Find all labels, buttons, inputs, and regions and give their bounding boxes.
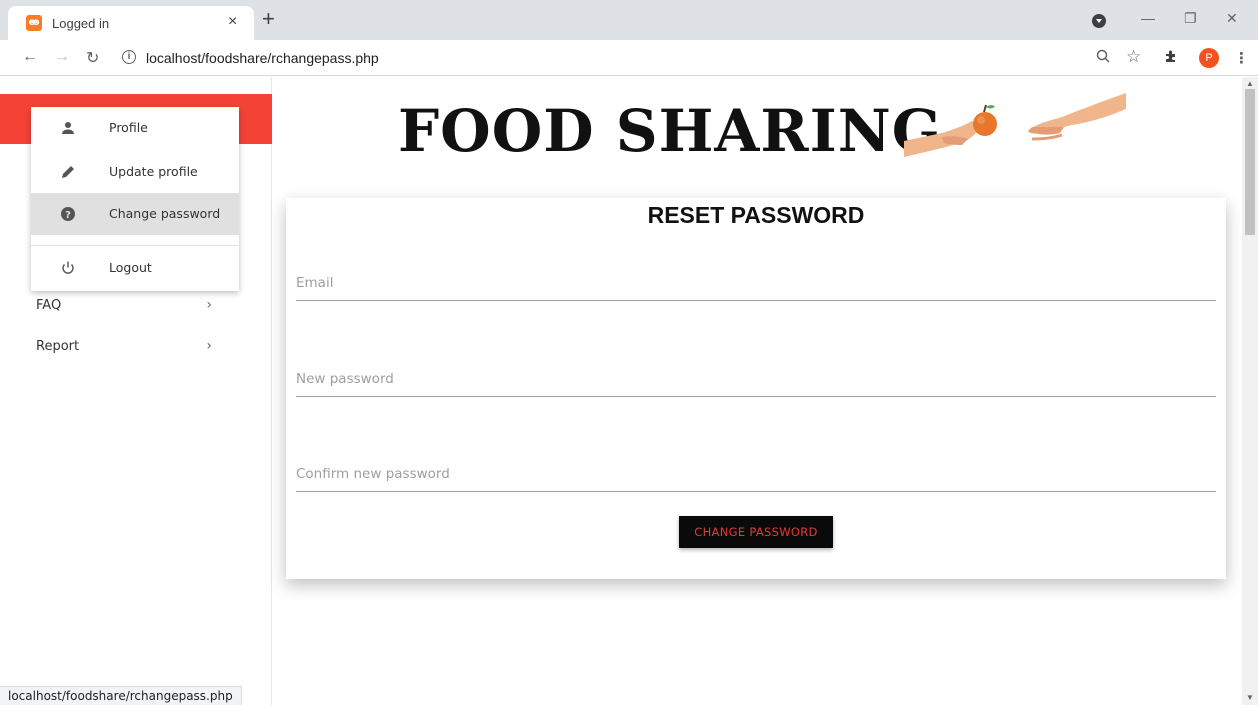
person-icon (62, 122, 74, 134)
help-circle-icon: ? (61, 207, 75, 221)
menu-item-label: Logout (109, 260, 152, 275)
sidebar-item-report[interactable]: Report › (36, 338, 212, 354)
email-field-wrapper (296, 267, 1216, 301)
menu-item-change-password[interactable]: ? Change password (31, 193, 239, 235)
page-viewport: FAQ › Report › Profile Update profile ? … (0, 77, 1258, 705)
forward-icon[interactable]: → (54, 48, 70, 66)
sharing-hands-illustration (904, 93, 1126, 157)
new-tab-button[interactable]: + (262, 8, 275, 30)
back-icon[interactable]: ← (22, 48, 38, 66)
close-window-icon[interactable]: ✕ (1226, 10, 1238, 27)
form-title: RESET PASSWORD (647, 202, 865, 228)
tab-close-icon[interactable]: × (228, 13, 237, 31)
chevron-right-icon: › (206, 297, 212, 313)
account-dropdown-menu: Profile Update profile ? Change password (31, 107, 239, 291)
browser-tab[interactable]: ꙭ Logged in × (8, 6, 254, 40)
profile-menu-icon[interactable] (1092, 14, 1106, 28)
chevron-right-icon: › (206, 338, 212, 354)
scroll-down-icon[interactable]: ▼ (1246, 693, 1254, 702)
menu-divider (31, 245, 239, 246)
browser-tabstrip: ꙭ Logged in × + — ❐ ✕ (0, 0, 1258, 40)
power-icon (62, 261, 74, 274)
menu-item-label: Profile (109, 120, 148, 135)
more-menu-icon[interactable]: ⋮ (1234, 49, 1249, 67)
sidebar-item-label: Report (36, 339, 80, 354)
minimize-icon[interactable]: — (1141, 10, 1155, 26)
pencil-icon (62, 166, 74, 178)
reload-icon[interactable]: ↻ (86, 48, 99, 68)
menu-item-label: Update profile (109, 164, 198, 179)
restore-icon[interactable]: ❐ (1184, 10, 1197, 27)
new-password-field-wrapper (296, 363, 1216, 397)
reset-password-card: RESET PASSWORD CHANGE PASSWORD (286, 198, 1226, 579)
site-info-icon[interactable]: i (122, 50, 136, 64)
zoom-icon[interactable] (1096, 49, 1110, 67)
tab-title: Logged in (52, 16, 110, 31)
sidebar-item-label: FAQ (36, 298, 62, 313)
xampp-favicon-icon: ꙭ (26, 15, 42, 31)
confirm-password-field-wrapper (296, 458, 1216, 492)
address-bar[interactable]: localhost/foodshare/rchangepass.php (146, 50, 379, 66)
page-title: FOOD SHARING (398, 97, 943, 165)
new-password-field[interactable] (296, 363, 1216, 395)
email-field[interactable] (296, 267, 1216, 299)
sidebar: FAQ › Report › Profile Update profile ? … (0, 77, 272, 705)
sidebar-item-faq[interactable]: FAQ › (36, 297, 212, 313)
status-bar-url: localhost/foodshare/rchangepass.php (0, 686, 242, 705)
extensions-icon[interactable] (1164, 49, 1178, 67)
bookmark-star-icon[interactable]: ☆ (1126, 47, 1141, 67)
menu-item-update-profile[interactable]: Update profile (31, 151, 239, 193)
page-scrollbar[interactable]: ▲ ▼ (1242, 77, 1258, 705)
menu-item-label: Change password (109, 206, 221, 221)
svg-text:?: ? (65, 210, 71, 221)
change-password-button[interactable]: CHANGE PASSWORD (679, 516, 833, 548)
menu-item-profile[interactable]: Profile (31, 107, 239, 149)
scroll-up-icon[interactable]: ▲ (1246, 79, 1254, 88)
menu-item-logout[interactable]: Logout (31, 247, 239, 289)
scroll-thumb[interactable] (1245, 89, 1255, 235)
profile-avatar[interactable]: P (1199, 48, 1219, 68)
browser-toolbar: ← → ↻ i localhost/foodshare/rchangepass.… (0, 40, 1258, 76)
confirm-password-field[interactable] (296, 458, 1216, 490)
